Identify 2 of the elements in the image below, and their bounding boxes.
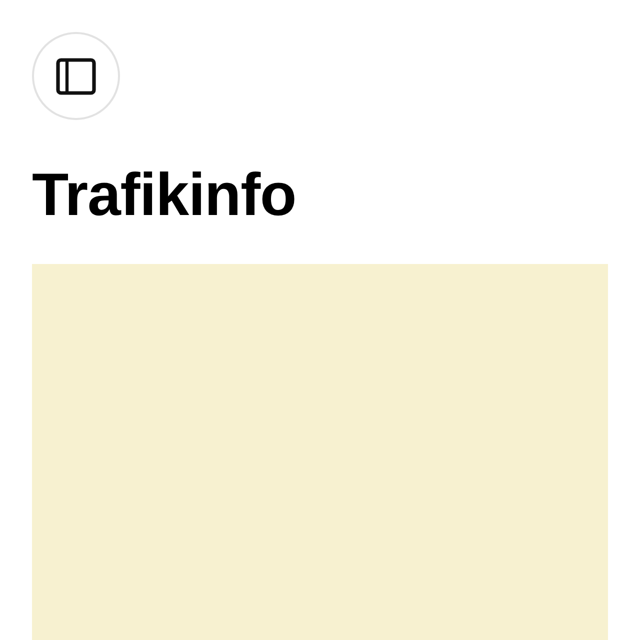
sidebar-icon (56, 58, 96, 94)
page-title: Trafikinfo (32, 160, 296, 230)
